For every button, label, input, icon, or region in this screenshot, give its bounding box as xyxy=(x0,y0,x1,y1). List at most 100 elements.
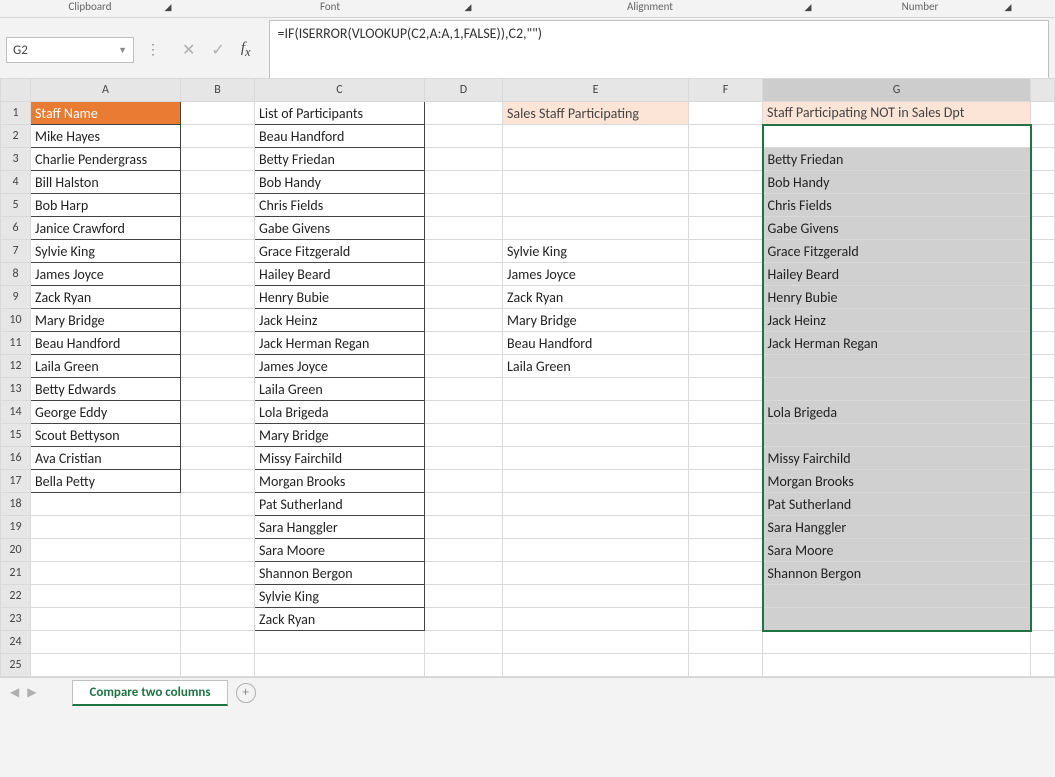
cell[interactable] xyxy=(689,171,763,194)
cell[interactable] xyxy=(503,401,689,424)
cell[interactable] xyxy=(425,194,503,217)
cell[interactable]: Bob Handy xyxy=(763,171,1031,194)
dialog-launcher-icon[interactable]: ◢ xyxy=(1002,1,1014,13)
cell[interactable] xyxy=(689,309,763,332)
cell[interactable]: Bella Petty xyxy=(31,470,181,493)
cell[interactable] xyxy=(503,217,689,240)
cell[interactable] xyxy=(689,585,763,608)
cell[interactable] xyxy=(503,171,689,194)
cell[interactable] xyxy=(425,286,503,309)
cell[interactable] xyxy=(425,102,503,125)
cell[interactable] xyxy=(503,516,689,539)
cell[interactable]: Laila Green xyxy=(31,355,181,378)
cell[interactable]: Chris Fields xyxy=(255,194,425,217)
cell[interactable] xyxy=(181,470,255,493)
cell[interactable] xyxy=(425,585,503,608)
cell[interactable]: Sylvie King xyxy=(255,585,425,608)
cell[interactable] xyxy=(181,447,255,470)
cell[interactable]: Sara Hanggler xyxy=(255,516,425,539)
cell[interactable] xyxy=(181,171,255,194)
cell[interactable] xyxy=(425,125,503,148)
column-header[interactable]: D xyxy=(425,79,503,102)
cell[interactable] xyxy=(181,608,255,631)
tab-next-icon[interactable]: ▶ xyxy=(27,685,36,700)
row-header[interactable]: 17 xyxy=(1,470,31,493)
cell[interactable]: Betty Friedan xyxy=(255,148,425,171)
row-header[interactable]: 24 xyxy=(1,631,31,654)
cell[interactable] xyxy=(425,309,503,332)
cell[interactable] xyxy=(689,217,763,240)
cell[interactable]: Bob Handy xyxy=(255,171,425,194)
cell[interactable] xyxy=(503,125,689,148)
cell[interactable]: Chris Fields xyxy=(763,194,1031,217)
cell[interactable]: Gabe Givens xyxy=(763,217,1031,240)
cell[interactable]: Jack Herman Regan xyxy=(255,332,425,355)
cell[interactable] xyxy=(181,562,255,585)
cell[interactable]: Henry Bubie xyxy=(763,286,1031,309)
cell[interactable] xyxy=(425,562,503,585)
cell[interactable]: Missy Fairchild xyxy=(763,447,1031,470)
cell[interactable] xyxy=(503,378,689,401)
cell[interactable] xyxy=(689,654,763,677)
column-header[interactable]: A xyxy=(31,79,181,102)
cell[interactable]: Zack Ryan xyxy=(503,286,689,309)
cell[interactable]: Jack Herman Regan xyxy=(763,332,1031,355)
cell[interactable]: Pat Sutherland xyxy=(255,493,425,516)
add-sheet-button[interactable]: + xyxy=(236,683,256,703)
cell[interactable]: Morgan Brooks xyxy=(255,470,425,493)
cell[interactable]: Sara Moore xyxy=(763,539,1031,562)
cell[interactable] xyxy=(181,516,255,539)
fx-icon[interactable]: fx xyxy=(241,40,251,60)
cell[interactable]: Beau Handford xyxy=(31,332,181,355)
cell[interactable] xyxy=(763,608,1031,631)
cell[interactable]: Sara Hanggler xyxy=(763,516,1031,539)
cell[interactable] xyxy=(181,125,255,148)
cell[interactable]: Staff Name xyxy=(31,102,181,125)
cell[interactable] xyxy=(689,470,763,493)
row-header[interactable]: 4 xyxy=(1,171,31,194)
cell[interactable] xyxy=(689,562,763,585)
cell[interactable] xyxy=(689,125,763,148)
cell[interactable]: Pat Sutherland xyxy=(763,493,1031,516)
row-header[interactable]: 8 xyxy=(1,263,31,286)
cell[interactable] xyxy=(503,447,689,470)
cell[interactable] xyxy=(503,631,689,654)
cell[interactable] xyxy=(503,539,689,562)
cell[interactable]: Zack Ryan xyxy=(255,608,425,631)
cell[interactable] xyxy=(181,378,255,401)
cell[interactable] xyxy=(425,516,503,539)
cell[interactable] xyxy=(425,217,503,240)
cell[interactable] xyxy=(763,125,1031,148)
cell[interactable]: Mary Bridge xyxy=(255,424,425,447)
cell[interactable]: Mary Bridge xyxy=(503,309,689,332)
cell[interactable] xyxy=(689,263,763,286)
cell[interactable] xyxy=(425,263,503,286)
cell[interactable] xyxy=(31,493,181,516)
cell[interactable] xyxy=(181,194,255,217)
cell[interactable] xyxy=(181,355,255,378)
cell[interactable] xyxy=(503,424,689,447)
cell[interactable] xyxy=(689,516,763,539)
cell[interactable] xyxy=(181,332,255,355)
cell[interactable] xyxy=(181,401,255,424)
cell[interactable]: Sylvie King xyxy=(503,240,689,263)
row-header[interactable]: 2 xyxy=(1,125,31,148)
cell[interactable]: Lola Brigeda xyxy=(763,401,1031,424)
cell[interactable] xyxy=(689,493,763,516)
cell[interactable] xyxy=(181,309,255,332)
cell[interactable] xyxy=(689,240,763,263)
cell[interactable] xyxy=(763,355,1031,378)
cell[interactable] xyxy=(503,470,689,493)
row-header[interactable]: 25 xyxy=(1,654,31,677)
cell[interactable]: James Joyce xyxy=(31,263,181,286)
row-header[interactable]: 23 xyxy=(1,608,31,631)
cell[interactable] xyxy=(689,424,763,447)
cell[interactable] xyxy=(689,102,763,125)
chevron-down-icon[interactable]: ▼ xyxy=(118,45,127,56)
cell[interactable] xyxy=(503,608,689,631)
cell[interactable] xyxy=(425,493,503,516)
cell[interactable]: Charlie Pendergrass xyxy=(31,148,181,171)
cell[interactable]: Beau Handford xyxy=(503,332,689,355)
row-header[interactable]: 19 xyxy=(1,516,31,539)
cell[interactable] xyxy=(425,171,503,194)
